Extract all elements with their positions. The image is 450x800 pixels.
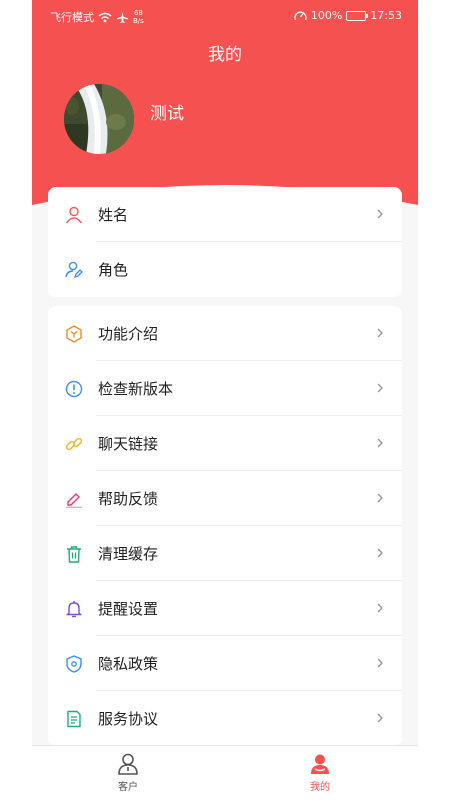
chevron-right-icon bbox=[377, 548, 383, 558]
wifi-icon bbox=[98, 12, 112, 22]
chevron-right-icon bbox=[377, 383, 383, 393]
menu-item-label: 隐私政策 bbox=[98, 655, 159, 673]
role-edit-icon bbox=[65, 261, 83, 279]
battery-percent: 100% bbox=[310, 9, 343, 22]
avatar-image bbox=[64, 84, 134, 154]
menu-item-service-agreement[interactable]: 服务协议 bbox=[48, 691, 402, 746]
bottom-tab-bar: 客户 我的 bbox=[32, 745, 418, 800]
menu-item-label: 聊天链接 bbox=[98, 435, 159, 453]
settings-menu-card: 功能介绍 检查新版本 聊天链接 帮助反馈 清理缓存 提醒设置 隐私政策 服务协议 bbox=[48, 306, 402, 746]
network-speed: 68 B/s bbox=[133, 9, 144, 25]
menu-item-help-feedback[interactable]: 帮助反馈 bbox=[48, 471, 402, 526]
chevron-right-icon bbox=[377, 658, 383, 668]
user-icon bbox=[65, 206, 83, 224]
battery-icon bbox=[346, 10, 369, 21]
menu-item-check-update[interactable]: 检查新版本 bbox=[48, 361, 402, 416]
app-screen: 飞行模式 68 B/s 100% 17:53 我的 测试 姓名 角色 功能介绍 … bbox=[32, 0, 418, 800]
tab-profile[interactable]: 我的 bbox=[270, 746, 370, 800]
menu-item-label: 服务协议 bbox=[98, 710, 159, 728]
network-speed-unit: B/s bbox=[133, 17, 144, 25]
trash-icon bbox=[65, 545, 83, 563]
info-alert-icon bbox=[65, 380, 83, 398]
tab-label: 客户 bbox=[118, 782, 138, 793]
link-icon bbox=[65, 435, 83, 453]
status-bar: 飞行模式 68 B/s 100% 17:53 bbox=[32, 0, 418, 32]
menu-item-reminder-settings[interactable]: 提醒设置 bbox=[48, 581, 402, 636]
tab-customers[interactable]: 客户 bbox=[78, 746, 178, 800]
chevron-right-icon bbox=[377, 493, 383, 503]
shield-icon bbox=[65, 654, 83, 673]
chevron-right-icon bbox=[377, 328, 383, 338]
customer-icon bbox=[118, 753, 138, 775]
profile-icon bbox=[311, 754, 329, 774]
airplane-mode-label: 飞行模式 bbox=[50, 11, 94, 24]
menu-item-privacy-policy[interactable]: 隐私政策 bbox=[48, 636, 402, 691]
airplane-icon bbox=[116, 11, 129, 23]
status-time: 17:53 bbox=[370, 9, 402, 22]
username: 测试 bbox=[150, 104, 184, 124]
avatar[interactable] bbox=[64, 84, 134, 154]
menu-item-label: 清理缓存 bbox=[98, 545, 159, 563]
network-speed-value: 68 bbox=[133, 9, 143, 17]
feature-cube-icon bbox=[65, 324, 83, 343]
profile-card: 姓名 角色 bbox=[48, 187, 402, 297]
chevron-right-icon bbox=[377, 209, 383, 219]
menu-item-chat-link[interactable]: 聊天链接 bbox=[48, 416, 402, 471]
speedometer-icon bbox=[294, 11, 307, 20]
profile-item-label: 角色 bbox=[98, 261, 129, 279]
profile-item-name[interactable]: 姓名 bbox=[48, 187, 402, 242]
menu-item-label: 功能介绍 bbox=[98, 325, 159, 343]
bell-icon bbox=[65, 600, 83, 618]
menu-item-feature-intro[interactable]: 功能介绍 bbox=[48, 306, 402, 361]
pencil-feedback-icon bbox=[65, 490, 83, 508]
menu-item-label: 帮助反馈 bbox=[98, 490, 159, 508]
chevron-right-icon bbox=[377, 713, 383, 723]
menu-item-label: 检查新版本 bbox=[98, 380, 174, 398]
page-title: 我的 bbox=[208, 45, 242, 65]
menu-item-label: 提醒设置 bbox=[98, 600, 159, 618]
profile-item-label: 姓名 bbox=[98, 206, 129, 224]
tab-label: 我的 bbox=[310, 782, 330, 793]
chevron-right-icon bbox=[377, 603, 383, 613]
document-icon bbox=[65, 710, 83, 728]
profile-item-role[interactable]: 角色 bbox=[48, 242, 402, 297]
menu-item-clear-cache[interactable]: 清理缓存 bbox=[48, 526, 402, 581]
chevron-right-icon bbox=[377, 438, 383, 448]
